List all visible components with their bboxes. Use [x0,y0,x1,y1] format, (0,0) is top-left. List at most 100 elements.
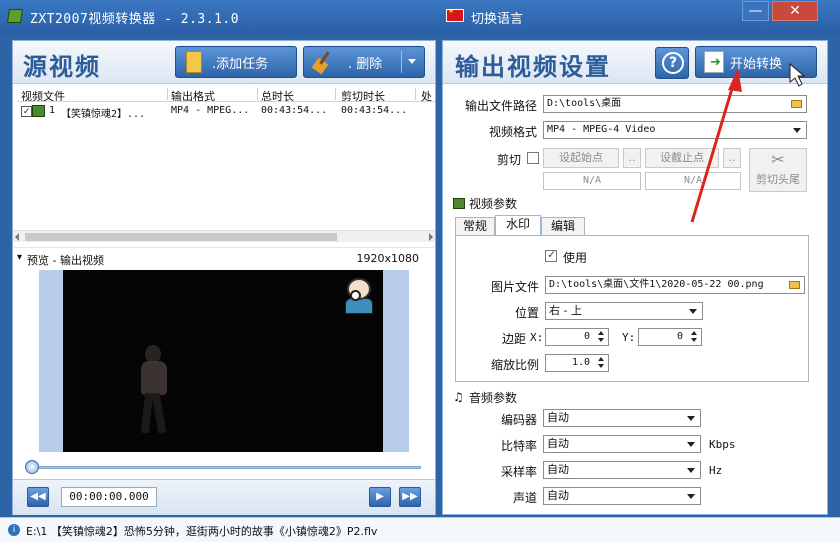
samplerate-value: 自动 [547,463,569,476]
title-bar: ZXT2007视频转换器 - 2.3.1.0 切换语言 — ✕ [0,0,840,34]
cut-checkbox[interactable] [527,152,539,164]
use-watermark-checkbox[interactable] [545,248,557,262]
file-list-scrollbar[interactable] [13,230,435,242]
position-select[interactable]: 右 - 上 [545,302,703,320]
preview-header[interactable]: 预览 - 输出视频 1920x1080 [13,247,435,267]
chevron-down-icon [687,494,695,499]
margin-y-stepper[interactable] [688,329,701,345]
samplerate-unit: Hz [709,464,723,477]
table-row[interactable]: ✓ 1 【笑镇惊魂2】... MP4 - MPEG... 00:43:54...… [17,104,435,119]
delete-dropdown-icon[interactable] [408,59,416,64]
browse-image-icon[interactable] [789,281,800,289]
chevron-down-icon [689,309,697,314]
row-file-name: 【笑镇惊魂2】... [61,109,146,119]
channel-label: 声道 [512,491,537,505]
set-start-button[interactable]: 设起始点 [543,148,619,168]
cut-head-tail-button[interactable]: ✂ 剪切头尾 [749,148,807,192]
add-task-label: .添加任务 [212,56,269,72]
row-index: 1 [49,105,56,116]
tab-edit[interactable]: 编辑 [541,217,585,236]
margin-x-input[interactable]: 0 [545,328,609,346]
browse-folder-icon[interactable] [791,100,802,108]
preview-label[interactable]: 预览 - 输出视频 [17,252,104,268]
row-duration: 00:43:54... [261,105,328,116]
video-format-value: MP4 - MPEG-4 Video [547,124,656,135]
bitrate-unit: Kbps [709,438,736,451]
margin-x-stepper[interactable] [595,329,608,345]
samplerate-select[interactable]: 自动 [543,461,701,479]
watermark-tab-panel: 使用 图片文件 D:\tools\桌面\文件1\2020-05-22 00.pn… [455,235,809,382]
seek-slider[interactable] [25,460,421,474]
film-icon [453,198,465,209]
image-file-field[interactable]: D:\tools\桌面\文件1\2020-05-22 00.png [545,276,805,294]
row-checkbox[interactable]: ✓ [21,106,32,117]
scale-stepper[interactable] [595,355,608,371]
cut-head-tail-label: 剪切头尾 [756,173,800,186]
tab-watermark[interactable]: 水印 [495,215,541,236]
tab-general[interactable]: 常规 [455,217,495,236]
use-watermark-label: 使用 [563,251,588,265]
margin-y-input[interactable]: 0 [638,328,702,346]
start-convert-button[interactable]: 开始转换 [695,46,817,78]
video-preview [39,270,409,452]
delete-button[interactable]: . 删除 [303,46,425,78]
folder-icon [186,51,202,73]
scale-input[interactable]: 1.0 [545,354,609,372]
cut-start-field[interactable]: N/A [543,172,641,190]
video-format-select[interactable]: MP4 - MPEG-4 Video [543,121,807,139]
chevron-down-icon [793,128,801,133]
column-header-duration[interactable]: 总时长 [261,88,294,101]
margin-y-value: 0 [676,331,683,342]
row-cut-duration: 00:43:54... [341,105,408,116]
next-frame-button[interactable]: ▶▶ [399,487,421,507]
previous-frame-button[interactable]: ◀◀ [27,487,49,507]
position-label: 位置 [514,306,539,320]
chevron-down-icon [687,416,695,421]
add-task-button[interactable]: .添加任务 [175,46,297,78]
column-header-cut-duration[interactable]: 剪切时长 [341,88,385,101]
china-flag-icon[interactable] [446,7,464,22]
scale-value: 1.0 [571,357,590,368]
end-more-button[interactable]: .. [723,148,741,168]
scale-label: 缩放比例 [490,358,539,372]
source-video-panel: 源视频 .添加任务 . 删除 视频文件 输出格式 总时长 剪切时长 处 ✓ 1 … [12,40,436,515]
convert-icon [704,51,724,73]
minimize-button[interactable]: — [742,1,769,21]
cut-label: 剪切 [496,153,521,167]
output-panel-header: 输出视频设置 ? 开始转换 [443,41,827,84]
column-header-format[interactable]: 输出格式 [171,88,215,101]
channel-select[interactable]: 自动 [543,487,701,505]
seek-handle[interactable] [25,460,39,474]
start-more-button[interactable]: .. [623,148,641,168]
play-button[interactable]: ▶ [369,487,391,507]
chevron-down-icon [687,442,695,447]
scroll-left-icon[interactable] [15,233,19,241]
bitrate-select[interactable]: 自动 [543,435,701,453]
source-panel-title: 源视频 [23,53,101,81]
set-end-button[interactable]: 设截止点 [645,148,719,168]
output-path-value: D:\tools\桌面 [547,98,622,109]
close-button[interactable]: ✕ [772,1,818,21]
seek-track[interactable] [31,466,421,469]
watermark-image [341,276,377,316]
info-icon: i [8,524,20,536]
encoder-value: 自动 [547,411,569,424]
position-value: 右 - 上 [549,304,582,317]
switch-language-button[interactable]: 切换语言 [471,8,523,27]
output-path-label: 输出文件路径 [464,99,537,113]
help-button[interactable]: ? [655,47,689,79]
scrollbar-thumb[interactable] [25,233,337,241]
column-header-more[interactable]: 处 [421,88,432,101]
playback-controls: ◀◀ 00:00:00.000 ▶ ▶▶ [13,479,435,515]
margin-y-label: Y: [622,331,636,344]
scroll-right-icon[interactable] [429,233,433,241]
output-settings-panel: 输出视频设置 ? 开始转换 输出文件路径 D:\tools\桌面 视频格式 MP… [442,40,828,515]
column-header-file[interactable]: 视频文件 [21,88,65,101]
cut-end-field[interactable]: N/A [645,172,741,190]
margin-label: 边距 [501,332,526,346]
file-list-header: 视频文件 输出格式 总时长 剪切时长 处 [17,87,435,102]
encoder-select[interactable]: 自动 [543,409,701,427]
output-path-field[interactable]: D:\tools\桌面 [543,95,807,113]
bitrate-label: 比特率 [500,439,537,453]
help-icon: ? [662,52,684,74]
